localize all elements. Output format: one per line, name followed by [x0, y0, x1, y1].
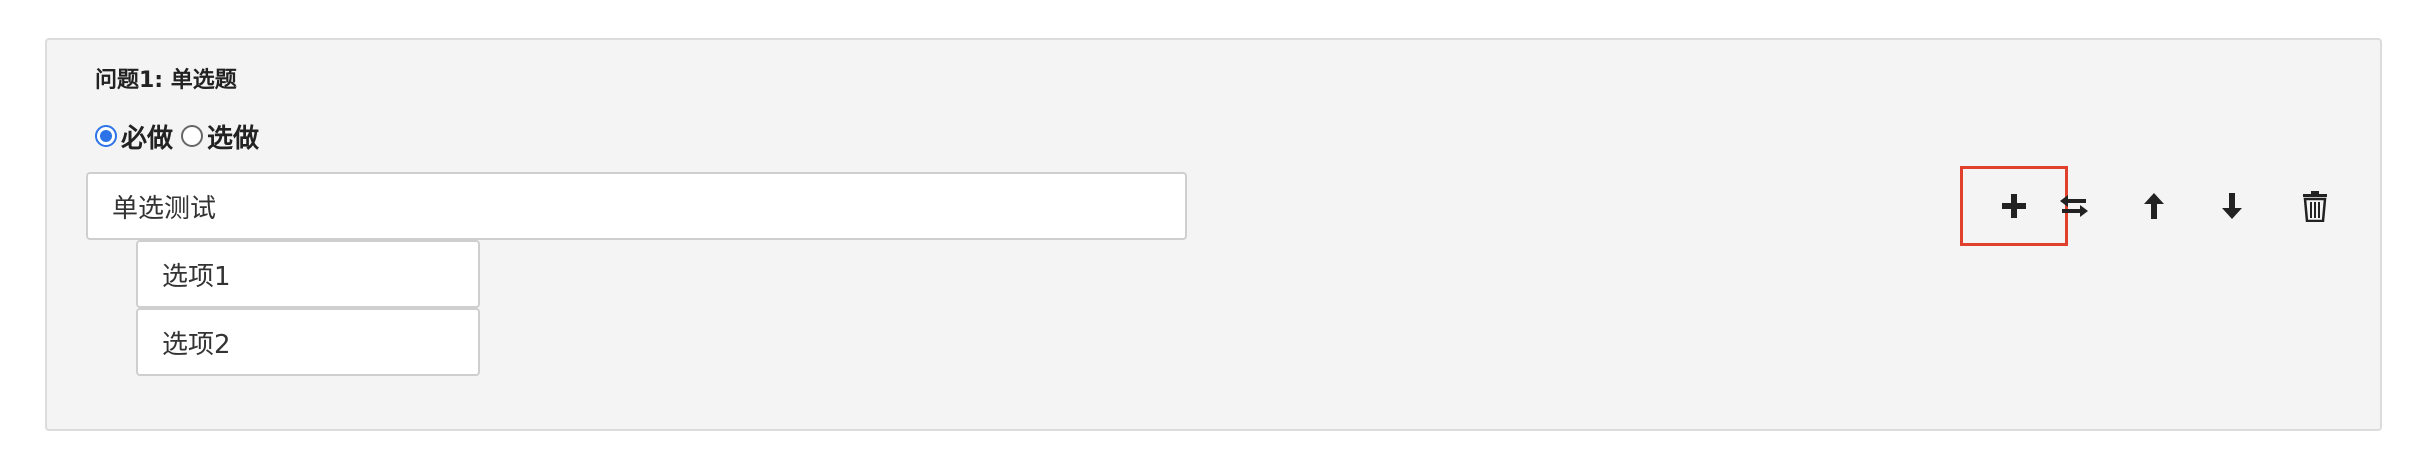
delete-button[interactable] [2293, 184, 2337, 228]
swap-button[interactable] [2052, 184, 2096, 228]
question-title: 问题1: 单选题 [95, 68, 237, 93]
question-text-input[interactable]: 单选测试 [86, 172, 1187, 240]
required-radio-group: 必做 选做 [95, 121, 259, 154]
optional-label[interactable]: 选做 [207, 118, 259, 155]
trash-icon [2303, 191, 2327, 222]
option-input[interactable]: 选项2 [136, 308, 480, 376]
question-panel: 问题1: 单选题 必做 选做 单选测试 选项1 选项2 [45, 38, 2382, 431]
question-text-value: 单选测试 [112, 193, 217, 224]
arrow-down-icon [2222, 193, 2242, 219]
plus-icon [2002, 194, 2026, 218]
option-input[interactable]: 选项1 [136, 240, 480, 308]
option-value: 选项2 [162, 329, 231, 360]
arrow-up-icon [2144, 193, 2164, 219]
move-down-button[interactable] [2210, 184, 2254, 228]
required-label[interactable]: 必做 [121, 118, 173, 155]
option-value: 选项1 [162, 261, 231, 292]
required-radio[interactable] [95, 125, 117, 147]
optional-radio[interactable] [181, 125, 204, 147]
move-up-button[interactable] [2132, 184, 2176, 228]
swap-icon [2060, 195, 2088, 217]
